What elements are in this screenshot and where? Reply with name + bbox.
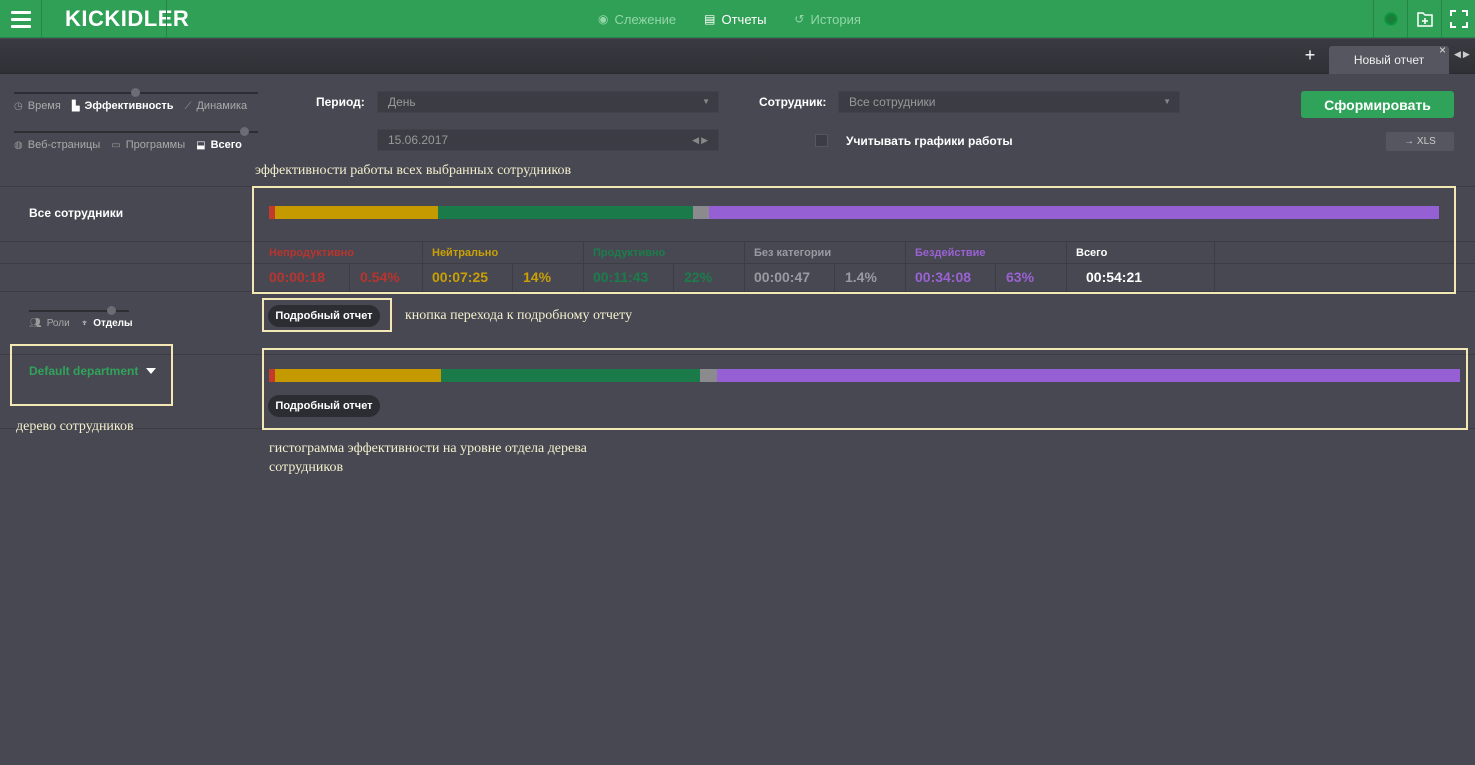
schedule-checkbox-label: Учитывать графики работы xyxy=(846,134,1013,148)
scope-web-pages[interactable]: ◍ Веб-страницы xyxy=(14,139,100,151)
nav-tracking-label: Слежение xyxy=(614,11,677,27)
line-chart-icon: ⟋ xyxy=(184,100,192,112)
mode-slider-knob-2[interactable] xyxy=(240,127,249,136)
tab-scroll-arrows-icon[interactable]: ◀▶ xyxy=(1454,49,1472,60)
group-departments[interactable]: ♆ Отделы xyxy=(81,318,133,329)
mode-efficiency[interactable]: ▙ Эффективность xyxy=(72,100,174,112)
nav-reports-label: Отчеты xyxy=(721,11,767,27)
top-right-controls xyxy=(1373,0,1475,38)
close-tab-icon[interactable]: × xyxy=(1439,43,1446,57)
scope-all[interactable]: ⬓ Всего xyxy=(196,139,242,151)
globe-icon: ◍ xyxy=(14,139,23,151)
schedule-checkbox[interactable] xyxy=(815,134,828,147)
logo-divider xyxy=(166,0,167,38)
status-dot-icon xyxy=(1383,12,1398,26)
tab-label: Новый отчет xyxy=(1353,53,1425,67)
period-select[interactable]: День ▼ xyxy=(377,91,719,113)
mode-slider-knob-1[interactable] xyxy=(131,88,140,97)
hamburger-menu-icon[interactable] xyxy=(0,0,42,38)
app-logo: KICKIDLER xyxy=(65,6,190,31)
main-nav: ◉ Слежение ▤ Отчеты ↺ История xyxy=(598,0,861,38)
fullscreen-icon xyxy=(1449,10,1468,28)
mode-dynamics[interactable]: ⟋ Динамика xyxy=(184,100,247,112)
annotation-summary: эффективности работы всех выбранных сотр… xyxy=(255,163,572,178)
annotation-frame-histogram xyxy=(262,348,1468,430)
nav-history[interactable]: ↺ История xyxy=(794,12,860,27)
scope-programs[interactable]: ▭ Программы xyxy=(111,139,185,151)
clock-icon: ◷ xyxy=(14,100,23,112)
bar-chart-icon: ▙ xyxy=(71,100,80,112)
connection-status[interactable] xyxy=(1373,0,1407,38)
group-slider-knob[interactable] xyxy=(107,306,116,315)
eye-icon: ◉ xyxy=(598,12,609,26)
report-type-options: ◷ Время ▙ Эффективность ⟋ Динамика xyxy=(14,100,258,112)
generate-report-button[interactable]: Сформировать xyxy=(1301,91,1454,118)
stack-icon: ⬓ xyxy=(196,139,206,151)
mode-time[interactable]: ◷ Время xyxy=(14,100,61,112)
employee-label: Сотрудник: xyxy=(759,95,827,109)
group-roles[interactable]: 👥︎ Роли xyxy=(29,318,70,329)
users-icon: 👥︎ xyxy=(29,318,42,329)
annotation-tree: дерево сотрудников xyxy=(16,419,134,434)
nav-tracking[interactable]: ◉ Слежение xyxy=(598,12,676,27)
date-picker[interactable]: 15.06.2017 ◀▶ xyxy=(377,129,719,151)
tab-bar: + Новый отчет × ◀▶ xyxy=(0,39,1475,74)
window-icon: ▭ xyxy=(111,139,121,151)
chevron-down-icon: ▼ xyxy=(1163,97,1171,106)
annotation-frame-detail-button xyxy=(262,298,392,332)
history-icon: ↺ xyxy=(794,12,805,26)
annotation-detail-button: кнопка перехода к подробному отчету xyxy=(405,308,633,323)
document-icon: ▤ xyxy=(704,12,716,26)
date-prev-next-icon[interactable]: ◀▶ xyxy=(692,130,710,150)
annotation-histogram-line2: сотрудников xyxy=(269,460,344,475)
annotation-frame-summary xyxy=(252,186,1456,294)
nav-reports[interactable]: ▤ Отчеты xyxy=(704,12,766,27)
employee-select[interactable]: Все сотрудники ▼ xyxy=(838,91,1180,113)
grouping-options: 👥︎ Роли ♆ Отделы xyxy=(29,318,144,329)
tab-new-report[interactable]: Новый отчет × xyxy=(1329,43,1449,74)
new-folder-button[interactable] xyxy=(1407,0,1441,38)
add-tab-icon[interactable]: + xyxy=(1300,45,1320,67)
period-label: Период: xyxy=(316,95,365,109)
top-bar: KICKIDLER ◉ Слежение ▤ Отчеты ↺ История xyxy=(0,0,1475,38)
annotation-frame-tree xyxy=(10,344,173,406)
tree-icon: ♆ xyxy=(80,318,89,329)
nav-history-label: История xyxy=(810,11,861,27)
annotation-histogram-line1: гистограмма эффективности на уровне отде… xyxy=(269,441,587,456)
activity-scope-options: ◍ Веб-страницы ▭ Программы ⬓ Всего xyxy=(14,139,253,151)
mode-slider-track-2[interactable] xyxy=(14,131,258,133)
fullscreen-button[interactable] xyxy=(1441,0,1475,38)
folder-plus-icon xyxy=(1416,12,1433,27)
chevron-down-icon: ▼ xyxy=(702,97,710,106)
export-xls-button[interactable]: → XLS xyxy=(1386,132,1454,151)
all-employees-title: Все сотрудники xyxy=(29,206,124,220)
